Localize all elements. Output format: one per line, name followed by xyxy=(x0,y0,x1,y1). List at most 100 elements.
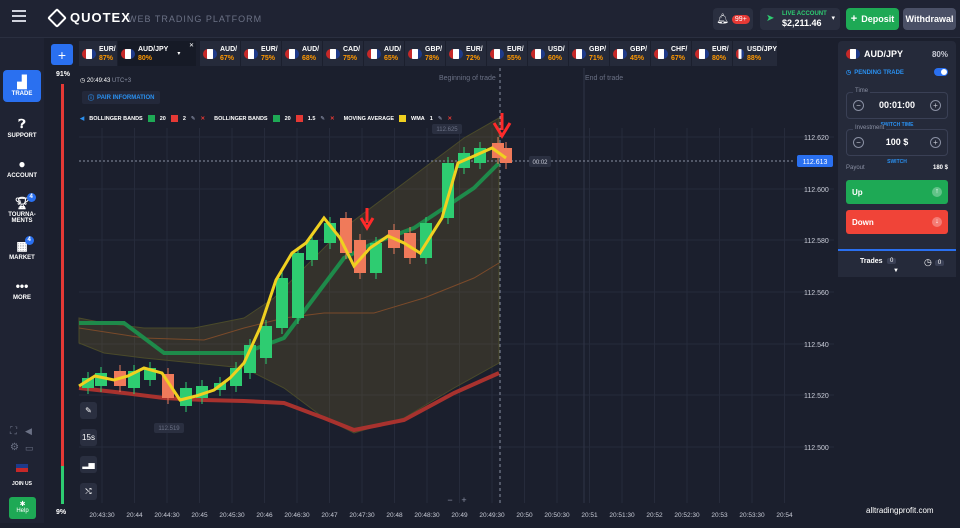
tab-payout: 55% xyxy=(507,54,522,62)
panel-asset[interactable]: AUD/JPY xyxy=(846,49,903,59)
low-label: 112.519 xyxy=(158,426,180,432)
zoom-out-button[interactable]: − xyxy=(444,495,456,507)
sentiment-bar-fill xyxy=(61,466,64,504)
sidebar-item-support[interactable]: ❓︎ SUPPORT xyxy=(3,111,41,145)
indicator-color[interactable] xyxy=(295,115,303,122)
menu-icon[interactable] xyxy=(12,10,26,22)
asset-tab[interactable]: AUD/68% xyxy=(282,41,322,66)
sidebar-item-trade[interactable]: ▟ TRADE xyxy=(3,70,41,102)
x-tick-label: 20:52 xyxy=(646,512,663,519)
indicator-color[interactable] xyxy=(147,115,155,122)
asset-tab[interactable]: USD/60% xyxy=(528,41,568,66)
sound-icon[interactable]: ◀ xyxy=(25,426,32,437)
tab-asset-name: EUR/ xyxy=(466,45,483,53)
indicator-param: 2 xyxy=(182,115,186,122)
indicator-name[interactable]: BOLLINGER BANDS xyxy=(214,116,267,122)
edit-icon[interactable]: ✎ xyxy=(438,116,443,122)
help-icon: ❓︎ xyxy=(18,116,26,131)
clock-timezone: UTC+3 xyxy=(111,78,132,84)
timeframe-button[interactable]: 15s xyxy=(80,429,97,446)
chart-area[interactable]: 112.620 112.600 112.580 112.560 112.540 112.5… xyxy=(44,68,836,523)
indicator-color[interactable] xyxy=(399,115,407,122)
tab-payout: 87% xyxy=(99,54,114,62)
flag-icon xyxy=(82,48,96,59)
logo[interactable]: QUOTEX xyxy=(47,7,131,28)
asset-tab[interactable]: USD/JPY 88% xyxy=(733,41,777,66)
withdrawal-button[interactable]: Withdrawal xyxy=(903,8,956,30)
indicators-toggle-icon[interactable]: ◀ xyxy=(80,116,84,122)
asset-tab[interactable]: GBP/45% xyxy=(610,41,650,66)
sidebar-item-account[interactable]: ● ACCOUNT xyxy=(3,151,41,185)
history-tab[interactable]: ◷ 0 xyxy=(924,257,945,268)
flag-icon xyxy=(613,48,627,59)
up-button[interactable]: Up ↑ xyxy=(846,180,948,204)
time-plus-button[interactable]: + xyxy=(930,100,941,111)
tab-asset-name: AUD/JPY xyxy=(138,45,169,53)
indicator-name[interactable]: MOVING AVERAGE xyxy=(344,116,394,122)
asset-tab[interactable]: EUR/87% xyxy=(79,41,117,66)
indicators-bar: ◀ BOLLINGER BANDS 20 2 ✎ ✕ BOLLINGER BAN… xyxy=(80,113,452,124)
indicator-param: 20 xyxy=(159,115,166,122)
flag-icon xyxy=(572,48,586,59)
pair-information-label: PAIR INFORMATION xyxy=(97,94,155,101)
sidebar-item-more[interactable]: ••• MORE xyxy=(3,273,41,307)
trade-end-label: End of trade xyxy=(585,75,623,82)
investment-plus-button[interactable]: + xyxy=(930,137,941,148)
deposit-button[interactable]: + Deposit xyxy=(846,8,899,30)
sidebar-item-tournaments[interactable]: 🏆︎ 4 TOURNA-MENTS xyxy=(3,190,41,230)
chevron-down-icon[interactable]: ▾ xyxy=(177,50,180,57)
zoom-in-button[interactable]: + xyxy=(458,495,470,507)
sidebar: ▟ TRADE ❓︎ SUPPORT ● ACCOUNT 🏆︎ 4 TOURNA-… xyxy=(0,38,44,523)
notifications-button[interactable]: 🔔︎ 99+ xyxy=(713,8,753,30)
y-tick-label: 112.600 xyxy=(804,187,829,194)
keyboard-icon[interactable]: ▭ xyxy=(25,443,34,454)
close-icon[interactable]: ✕ xyxy=(189,42,194,49)
dots-icon: ••• xyxy=(15,278,29,293)
asset-tab[interactable]: AUD/JPY 80% ▾ ✕ xyxy=(118,41,196,66)
account-selector[interactable]: ➤ LIVE ACCOUNT $2,211.46 ▾ xyxy=(760,8,840,30)
sidebar-item-market[interactable]: ▦ 4 MARKET xyxy=(3,233,41,267)
time-field[interactable]: Time − 00:01:00 + SWITCH TIME xyxy=(846,88,948,128)
draw-tool-button[interactable]: ✎ xyxy=(80,402,97,419)
close-icon[interactable]: ✕ xyxy=(447,116,452,122)
tab-payout: 75% xyxy=(261,54,276,62)
asset-tab[interactable]: EUR/72% xyxy=(446,41,486,66)
help-button[interactable]: ✱ Help xyxy=(9,497,36,519)
asset-tab[interactable]: GBP/71% xyxy=(569,41,609,66)
trades-tab[interactable]: Trades 0 ▼ xyxy=(838,251,908,277)
asset-tab[interactable]: EUR/75% xyxy=(241,41,281,66)
down-label: Down xyxy=(852,217,874,227)
settings-icon[interactable]: ⚙ xyxy=(10,442,19,453)
investment-field[interactable]: Investment − 100 $ + SWITCH xyxy=(846,125,948,165)
price-chart[interactable]: 112.620 112.600 112.580 112.560 112.540 112.5… xyxy=(44,68,836,523)
chart-type-button[interactable]: ▂▅ xyxy=(80,456,97,473)
close-icon[interactable]: ✕ xyxy=(201,116,206,122)
tab-asset-name: USD/JPY xyxy=(747,45,777,53)
asset-tab[interactable]: CHF/67% xyxy=(651,41,691,66)
pair-information-button[interactable]: ⓘ PAIR INFORMATION xyxy=(82,91,161,104)
arrow-down-icon: ↓ xyxy=(932,217,942,227)
add-asset-button[interactable]: + xyxy=(51,44,73,65)
edit-icon[interactable]: ✎ xyxy=(320,116,325,122)
edit-icon[interactable]: ✎ xyxy=(191,116,196,122)
tab-payout: 65% xyxy=(384,54,399,62)
indicators-button[interactable]: ⤭ xyxy=(80,483,97,500)
asset-tab[interactable]: EUR/80% xyxy=(692,41,732,66)
asset-tab[interactable]: AUD/67% xyxy=(200,41,240,66)
tab-asset-name: AUD/ xyxy=(220,45,238,53)
indicator-name[interactable]: BOLLINGER BANDS xyxy=(89,116,142,122)
indicator-color[interactable] xyxy=(272,115,280,122)
asset-tab[interactable]: AUD/65% xyxy=(364,41,404,66)
fullscreen-icon[interactable]: ⛶ xyxy=(10,426,17,437)
close-icon[interactable]: ✕ xyxy=(330,116,335,122)
asset-tab[interactable]: CAD/75% xyxy=(323,41,363,66)
asset-tab[interactable]: EUR/55% xyxy=(487,41,527,66)
join-us-button[interactable]: JOIN US xyxy=(8,464,36,487)
indicator-color[interactable] xyxy=(170,115,178,122)
down-button[interactable]: Down ↓ xyxy=(846,210,948,234)
tab-payout: 88% xyxy=(747,54,762,62)
pending-trade-toggle[interactable] xyxy=(934,68,948,76)
sidebar-item-label: MARKET xyxy=(9,254,35,261)
asset-tab[interactable]: GBP/78% xyxy=(405,41,445,66)
tab-asset-name: GBP/ xyxy=(425,45,443,53)
